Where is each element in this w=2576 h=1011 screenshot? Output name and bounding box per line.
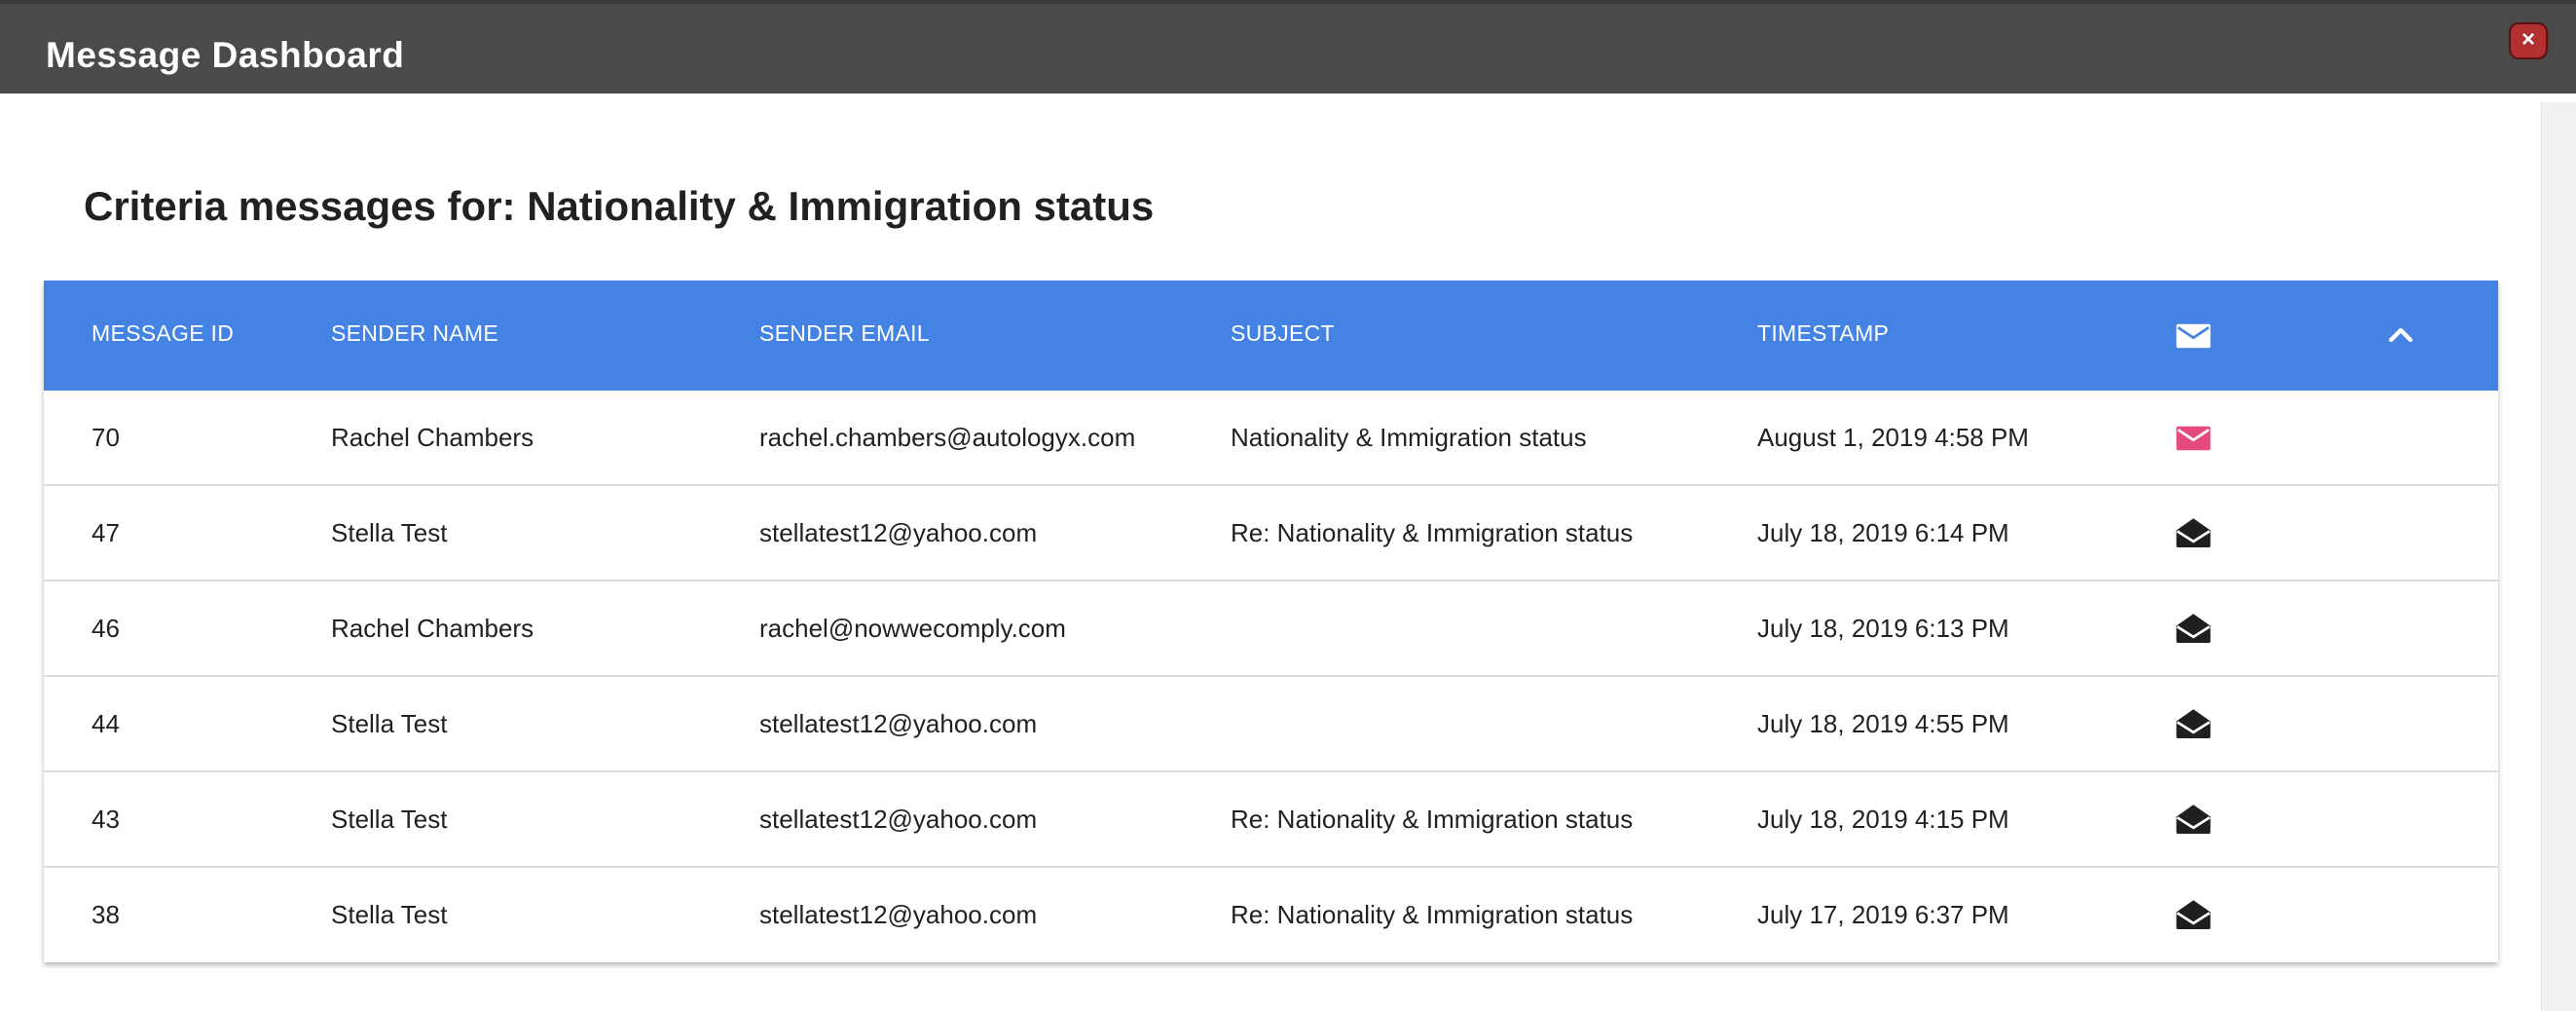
column-header-subject[interactable]: SUBJECT bbox=[1231, 320, 1335, 347]
envelope-open-icon[interactable] bbox=[2173, 895, 2214, 936]
envelope-closed-icon[interactable] bbox=[2173, 316, 2214, 356]
table-header: MESSAGE ID SENDER NAME SENDER EMAIL SUBJ… bbox=[44, 281, 2498, 391]
envelope-open-icon[interactable] bbox=[2173, 609, 2214, 650]
table-row[interactable]: 47 Stella Test stellatest12@yahoo.com Re… bbox=[44, 486, 2498, 581]
messages-table: MESSAGE ID SENDER NAME SENDER EMAIL SUBJ… bbox=[44, 281, 2498, 962]
cell-sender-email: stellatest12@yahoo.com bbox=[759, 518, 1038, 547]
table-row[interactable]: 46 Rachel Chambers rachel@nowwecomply.co… bbox=[44, 581, 2498, 677]
cell-sender-name: Stella Test bbox=[331, 805, 448, 834]
window-title: Message Dashboard bbox=[46, 35, 405, 75]
cell-sender-email: stellatest12@yahoo.com bbox=[759, 900, 1038, 929]
close-button[interactable]: × bbox=[2509, 22, 2548, 59]
cell-sender-name: Rachel Chambers bbox=[331, 423, 534, 452]
cell-sender-email: rachel.chambers@autologyx.com bbox=[759, 423, 1136, 452]
cell-subject: Re: Nationality & Immigration status bbox=[1231, 900, 1634, 929]
cell-message-id: 44 bbox=[92, 709, 120, 738]
table-row[interactable]: 44 Stella Test stellatest12@yahoo.com Ju… bbox=[44, 677, 2498, 772]
cell-subject: Nationality & Immigration status bbox=[1231, 423, 1587, 452]
cell-sender-email: stellatest12@yahoo.com bbox=[759, 805, 1038, 834]
table-row[interactable]: 70 Rachel Chambers rachel.chambers@autol… bbox=[44, 391, 2498, 486]
cell-timestamp: July 17, 2019 6:37 PM bbox=[1757, 900, 2009, 929]
table-row[interactable]: 43 Stella Test stellatest12@yahoo.com Re… bbox=[44, 772, 2498, 868]
cell-sender-name: Rachel Chambers bbox=[331, 614, 534, 643]
vertical-scrollbar[interactable] bbox=[2541, 102, 2576, 1011]
column-header-message-id[interactable]: MESSAGE ID bbox=[92, 320, 234, 347]
table-row[interactable]: 38 Stella Test stellatest12@yahoo.com Re… bbox=[44, 868, 2498, 963]
cell-message-id: 70 bbox=[92, 423, 120, 452]
cell-timestamp: August 1, 2019 4:58 PM bbox=[1757, 423, 2029, 452]
cell-message-id: 46 bbox=[92, 614, 120, 643]
envelope-open-icon[interactable] bbox=[2173, 800, 2214, 841]
column-header-sender-name[interactable]: SENDER NAME bbox=[331, 320, 498, 347]
cell-subject: Re: Nationality & Immigration status bbox=[1231, 805, 1634, 834]
cell-timestamp: July 18, 2019 6:14 PM bbox=[1757, 518, 2009, 547]
page-title: Criteria messages for: Nationality & Imm… bbox=[84, 183, 1155, 229]
envelope-open-icon[interactable] bbox=[2173, 704, 2214, 745]
cell-sender-email: rachel@nowwecomply.com bbox=[759, 614, 1066, 643]
window-titlebar: Message Dashboard × bbox=[0, 0, 2576, 94]
column-header-sender-email[interactable]: SENDER EMAIL bbox=[759, 320, 930, 347]
cell-message-id: 47 bbox=[92, 518, 120, 547]
cell-sender-email: stellatest12@yahoo.com bbox=[759, 709, 1038, 738]
envelope-open-icon[interactable] bbox=[2173, 513, 2214, 554]
cell-message-id: 38 bbox=[92, 900, 120, 929]
cell-timestamp: July 18, 2019 4:15 PM bbox=[1757, 805, 2009, 834]
envelope-unread-icon[interactable] bbox=[2173, 418, 2214, 459]
close-icon: × bbox=[2521, 26, 2535, 53]
cell-sender-name: Stella Test bbox=[331, 518, 448, 547]
cell-sender-name: Stella Test bbox=[331, 900, 448, 929]
column-header-timestamp[interactable]: TIMESTAMP bbox=[1757, 320, 1889, 347]
cell-timestamp: July 18, 2019 6:13 PM bbox=[1757, 614, 2009, 643]
cell-message-id: 43 bbox=[92, 805, 120, 834]
cell-timestamp: July 18, 2019 4:55 PM bbox=[1757, 709, 2009, 738]
chevron-up-icon[interactable] bbox=[2381, 316, 2420, 355]
cell-sender-name: Stella Test bbox=[331, 709, 448, 738]
cell-subject: Re: Nationality & Immigration status bbox=[1231, 518, 1634, 547]
